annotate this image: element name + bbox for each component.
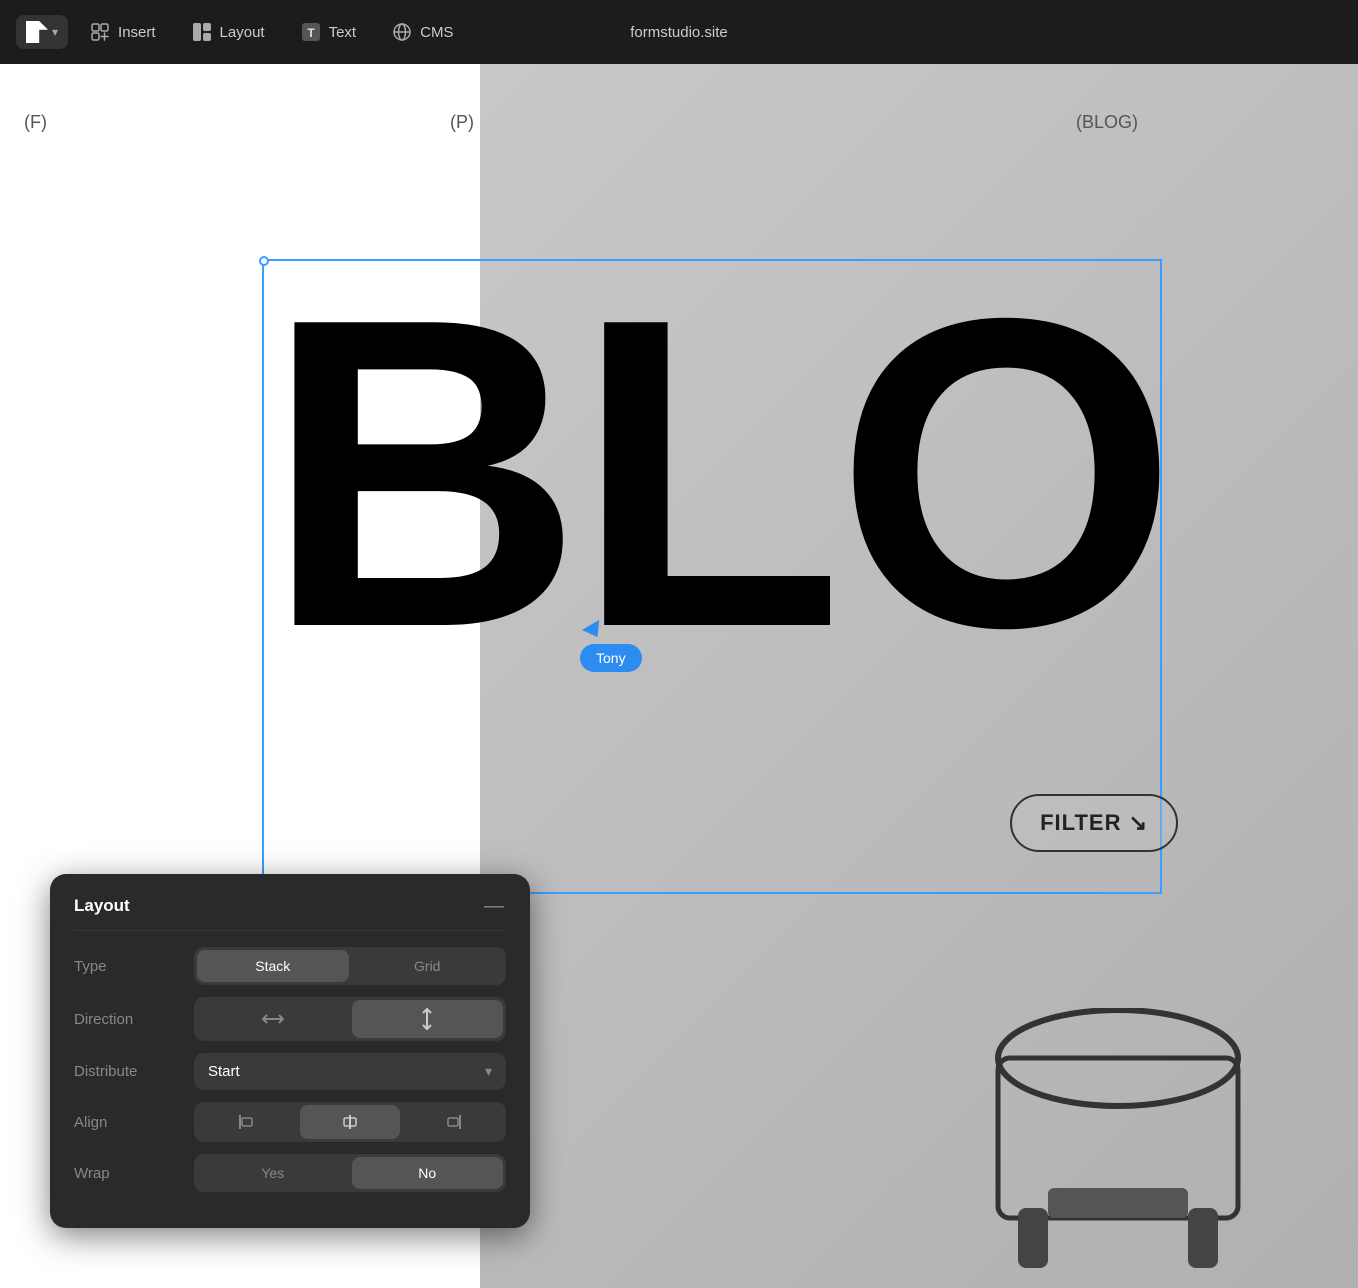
wrap-no-button[interactable]: No bbox=[352, 1157, 504, 1189]
align-control bbox=[194, 1102, 506, 1142]
filter-button[interactable]: FILTER ↘ bbox=[1010, 794, 1178, 852]
cms-icon bbox=[392, 22, 412, 42]
align-left-button[interactable] bbox=[197, 1105, 297, 1139]
distribute-control: Start ▾ bbox=[194, 1053, 506, 1090]
cursor-tooltip: Tony bbox=[580, 624, 642, 672]
type-grid-button[interactable]: Grid bbox=[352, 950, 504, 982]
align-row: Align bbox=[74, 1102, 506, 1142]
distribute-value: Start bbox=[208, 1063, 485, 1080]
canvas-blo-text: BLO bbox=[265, 254, 1170, 694]
insert-icon bbox=[90, 22, 110, 42]
canvas-area: (F) (P) (BLOG) BLO Tony FILTER ↘ Layout … bbox=[0, 64, 1358, 1288]
logo-icon bbox=[26, 21, 48, 43]
layout-panel: Layout — Type Stack Grid Direction bbox=[50, 874, 530, 1228]
guide-label-blog: (BLOG) bbox=[1076, 112, 1138, 133]
type-row: Type Stack Grid bbox=[74, 947, 506, 985]
furniture-image bbox=[958, 1008, 1278, 1288]
insert-button[interactable]: Insert bbox=[76, 14, 170, 50]
panel-title: Layout bbox=[74, 896, 130, 916]
direction-label: Direction bbox=[74, 1011, 194, 1028]
type-toggle-group: Stack Grid bbox=[194, 947, 506, 985]
direction-horizontal-button[interactable] bbox=[197, 1000, 349, 1038]
guide-label-p: (P) bbox=[450, 112, 474, 133]
type-control: Stack Grid bbox=[194, 947, 506, 985]
align-left-icon bbox=[238, 1113, 256, 1131]
panel-header: Layout — bbox=[74, 894, 506, 931]
align-label: Align bbox=[74, 1114, 194, 1131]
panel-collapse-button[interactable]: — bbox=[482, 894, 506, 918]
guide-label-f: (F) bbox=[24, 112, 47, 133]
distribute-arrow-icon: ▾ bbox=[485, 1063, 492, 1080]
vertical-arrows-icon bbox=[420, 1008, 434, 1030]
text-button[interactable]: T Text bbox=[287, 14, 371, 50]
cursor-user-label: Tony bbox=[580, 644, 642, 672]
layout-icon bbox=[192, 22, 212, 42]
insert-label: Insert bbox=[118, 24, 156, 41]
align-center-icon bbox=[341, 1113, 359, 1131]
text-icon: T bbox=[301, 22, 321, 42]
wrap-row: Wrap Yes No bbox=[74, 1154, 506, 1192]
distribute-label: Distribute bbox=[74, 1063, 194, 1080]
logo-chevron-icon: ▾ bbox=[52, 25, 58, 39]
toolbar: ▾ Insert Layout T bbox=[0, 0, 1358, 64]
distribute-dropdown[interactable]: Start ▾ bbox=[194, 1053, 506, 1090]
site-title: formstudio.site bbox=[630, 24, 728, 41]
logo-button[interactable]: ▾ bbox=[16, 15, 68, 49]
wrap-label: Wrap bbox=[74, 1165, 194, 1182]
layout-button[interactable]: Layout bbox=[178, 14, 279, 50]
cursor-triangle-icon bbox=[582, 620, 606, 642]
cms-button[interactable]: CMS bbox=[378, 14, 467, 50]
cms-label: CMS bbox=[420, 24, 453, 41]
distribute-row: Distribute Start ▾ bbox=[74, 1053, 506, 1090]
direction-row: Direction bbox=[74, 997, 506, 1041]
align-right-button[interactable] bbox=[403, 1105, 503, 1139]
direction-group bbox=[194, 997, 506, 1041]
wrap-yes-button[interactable]: Yes bbox=[197, 1157, 349, 1189]
align-right-icon bbox=[444, 1113, 462, 1131]
type-stack-button[interactable]: Stack bbox=[197, 950, 349, 982]
direction-vertical-button[interactable] bbox=[352, 1000, 504, 1038]
horizontal-arrows-icon bbox=[262, 1012, 284, 1026]
wrap-toggle-group: Yes No bbox=[194, 1154, 506, 1192]
text-label: Text bbox=[329, 24, 357, 41]
layout-label: Layout bbox=[220, 24, 265, 41]
wrap-control: Yes No bbox=[194, 1154, 506, 1192]
type-label: Type bbox=[74, 958, 194, 975]
direction-control bbox=[194, 997, 506, 1041]
svg-text:T: T bbox=[307, 26, 315, 40]
furniture-svg bbox=[958, 1008, 1278, 1288]
align-center-button[interactable] bbox=[300, 1105, 400, 1139]
align-group bbox=[194, 1102, 506, 1142]
